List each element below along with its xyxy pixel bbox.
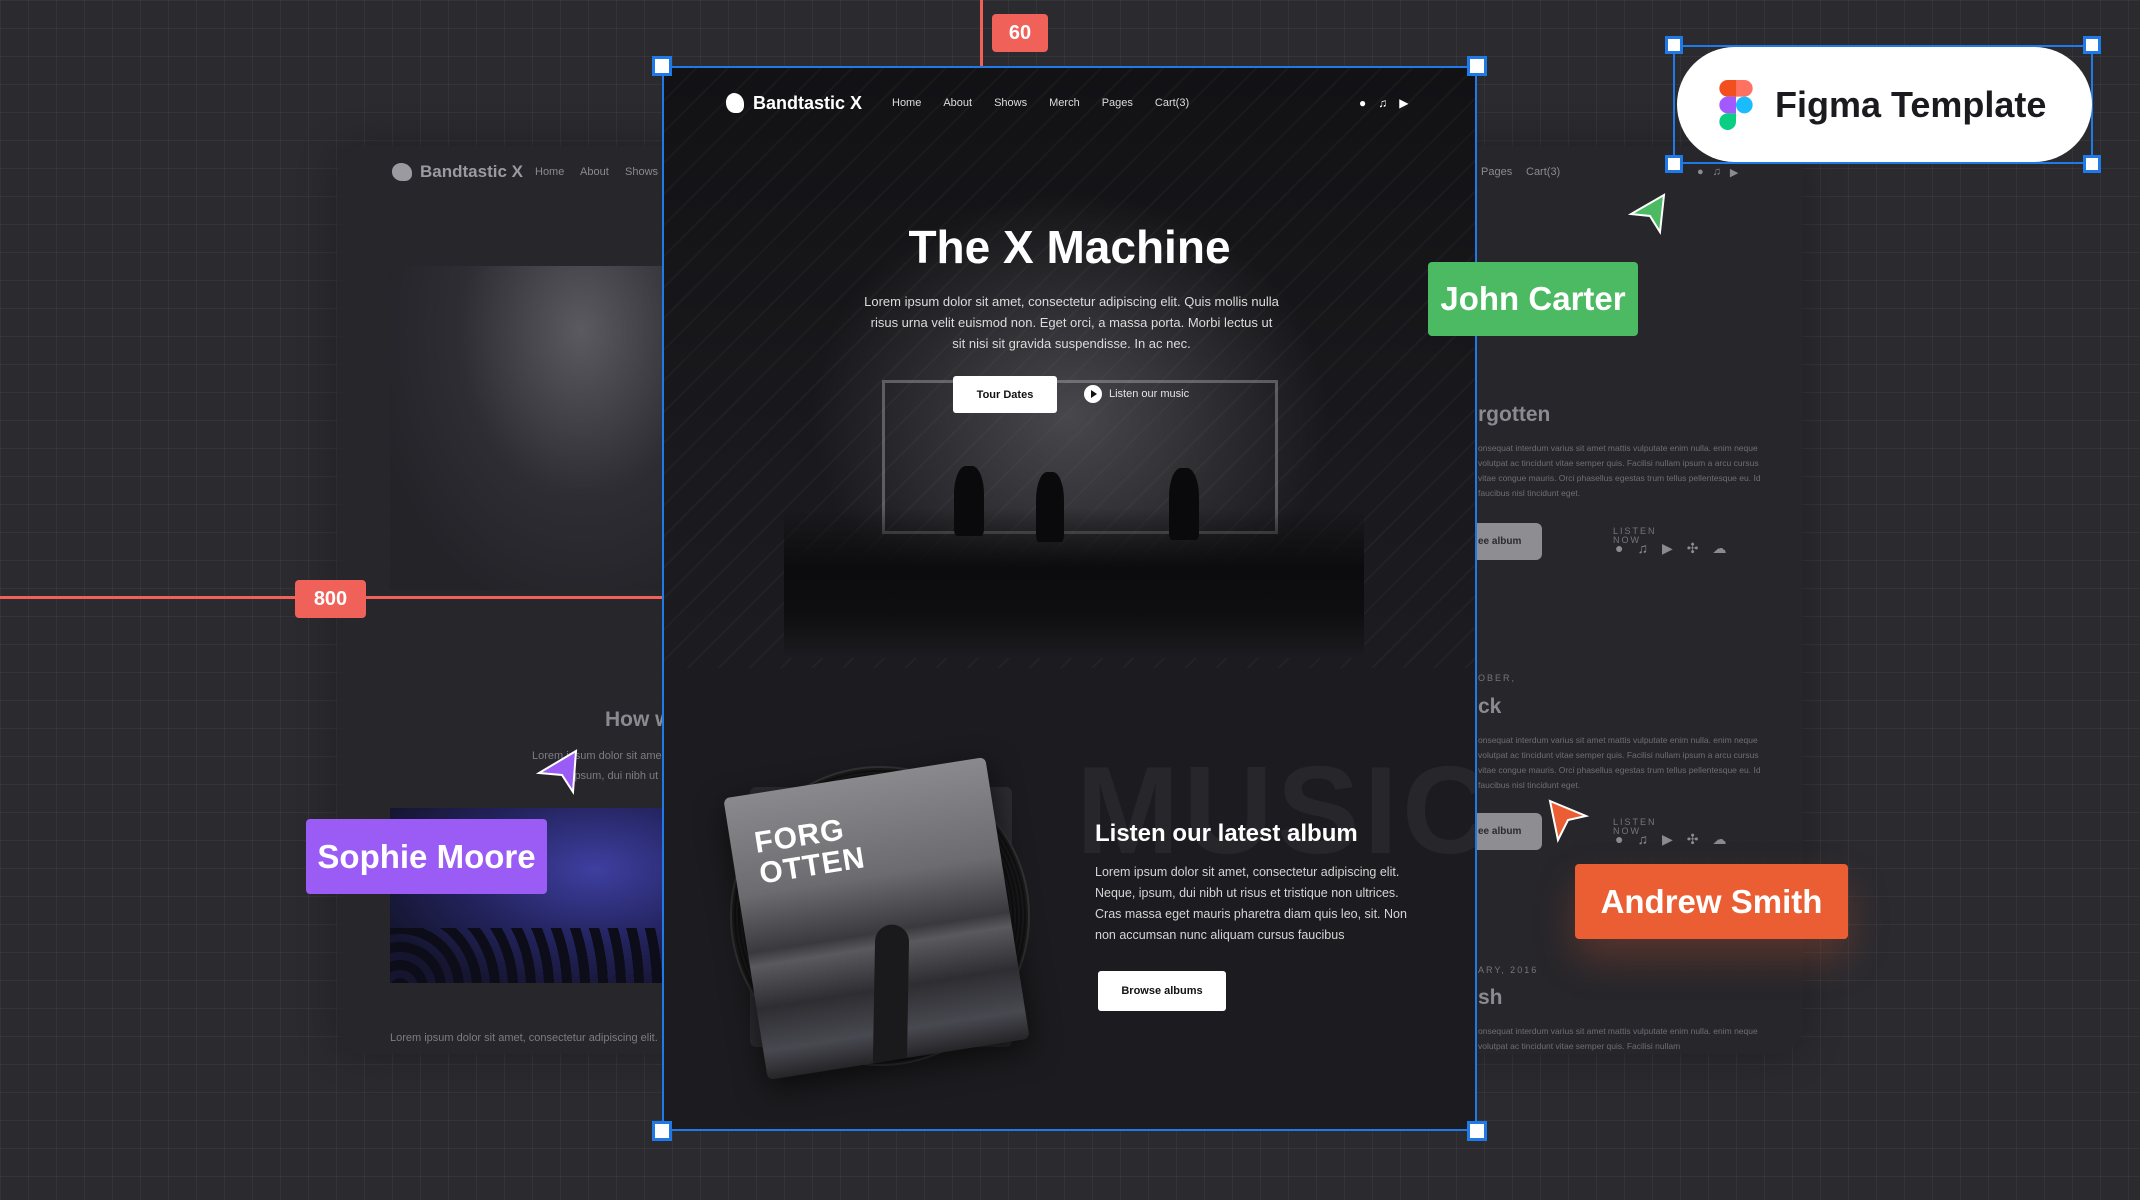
bg-album-date: ARY, 2016 bbox=[1478, 965, 1539, 975]
bg-nav-cart: Cart(3) bbox=[1526, 166, 1561, 178]
bg-left-bottom-text: Lorem ipsum dolor sit amet, consectetur … bbox=[390, 1032, 658, 1044]
music-note-icon[interactable]: ♫ bbox=[1378, 96, 1387, 110]
brand-name: Bandtastic X bbox=[753, 92, 863, 113]
musician-silhouette bbox=[1169, 468, 1199, 540]
spotify-icon[interactable]: ● bbox=[1615, 831, 1623, 848]
figma-badge-label: Figma Template bbox=[1775, 83, 2047, 125]
tidal-icon[interactable]: ✣ bbox=[1687, 831, 1699, 848]
youtube-icon[interactable]: ▶ bbox=[1662, 831, 1673, 848]
site-logo[interactable]: Bandtastic X bbox=[726, 93, 862, 114]
bg-album-title: sh bbox=[1478, 986, 1503, 1009]
logo-icon bbox=[726, 93, 744, 113]
bg-listen-icons: ● ♫ ▶ ✣ ☁ bbox=[1615, 540, 1726, 557]
music-note-icon[interactable]: ♫ bbox=[1637, 540, 1648, 557]
measure-line-vertical bbox=[980, 0, 983, 66]
nav-merch[interactable]: Merch bbox=[1049, 97, 1080, 109]
crowd bbox=[390, 928, 663, 983]
measure-badge-left: 800 bbox=[295, 580, 366, 618]
album-text: Lorem ipsum dolor sit amet, consectetur … bbox=[1095, 865, 1407, 942]
listen-music-label: Listen our music bbox=[1109, 388, 1190, 400]
bg-concert-image bbox=[390, 266, 663, 590]
tidal-icon[interactable]: ✣ bbox=[1687, 540, 1699, 557]
spotify-icon[interactable]: ● bbox=[1615, 540, 1623, 557]
bg-word-music: MUSIC bbox=[1076, 742, 1477, 880]
youtube-icon: ▶ bbox=[1729, 167, 1739, 179]
listen-music-link[interactable]: Listen our music bbox=[1084, 385, 1189, 403]
measure-badge-top: 60 bbox=[992, 14, 1048, 52]
youtube-icon[interactable]: ▶ bbox=[1399, 96, 1408, 110]
bg-album-text: onsequat interdum varius sit amet mattis… bbox=[1478, 443, 1761, 498]
music-note-icon: ♫ bbox=[1712, 166, 1721, 178]
bg-album-date: OBER, bbox=[1478, 673, 1517, 683]
figma-template-badge[interactable]: Figma Template bbox=[1677, 47, 2092, 162]
cursor-green-icon bbox=[1628, 193, 1666, 235]
spotify-icon[interactable]: ● bbox=[1359, 96, 1366, 110]
nav-shows[interactable]: Shows bbox=[994, 97, 1027, 109]
music-note-icon[interactable]: ♫ bbox=[1637, 831, 1648, 848]
bg-nav-shows: Shows bbox=[625, 166, 659, 178]
album-heading: Listen our latest album bbox=[1095, 820, 1358, 847]
hero-title: The X Machine bbox=[908, 221, 1231, 273]
cover-title: FORG OTTEN bbox=[752, 813, 868, 891]
crowd-silhouette bbox=[784, 508, 1364, 658]
tour-dates-button[interactable]: Tour Dates bbox=[953, 376, 1057, 413]
badge-handle[interactable] bbox=[1665, 155, 1683, 173]
hand-image bbox=[872, 924, 910, 1065]
bg-album-text: onsequat interdum varius sit amet mattis… bbox=[1478, 1026, 1758, 1051]
play-icon bbox=[1084, 385, 1102, 403]
social-links: ● ♫ ▶ bbox=[1359, 96, 1408, 110]
bg-see-album-button[interactable]: ee album bbox=[1474, 523, 1542, 560]
musician-silhouette bbox=[1036, 472, 1064, 542]
bg-album-title: rgotten bbox=[1478, 403, 1551, 426]
soundcloud-icon[interactable]: ☁ bbox=[1712, 831, 1726, 848]
soundcloud-icon[interactable]: ☁ bbox=[1712, 540, 1726, 557]
bg-nav-pages: Pages bbox=[1481, 166, 1513, 178]
collaborator-sophie-moore: Sophie Moore bbox=[306, 819, 547, 894]
bg-listen-icons: ● ♫ ▶ ✣ ☁ bbox=[1615, 831, 1726, 848]
resize-handle-bl[interactable] bbox=[652, 1121, 672, 1141]
nav-about[interactable]: About bbox=[943, 97, 972, 109]
resize-handle-tr[interactable] bbox=[1467, 56, 1487, 76]
bg-logo: Bandtastic X bbox=[392, 162, 523, 182]
nav-cart[interactable]: Cart(3) bbox=[1155, 97, 1189, 109]
bg-album-title: ck bbox=[1478, 695, 1502, 718]
cursor-purple-icon bbox=[536, 749, 578, 796]
resize-handle-tl[interactable] bbox=[652, 56, 672, 76]
bg-socials: ● ♫ ▶ bbox=[1697, 166, 1738, 179]
cursor-orange-icon bbox=[1548, 799, 1590, 844]
spotify-icon: ● bbox=[1697, 166, 1704, 178]
logo-icon bbox=[392, 163, 412, 181]
bg-nav-home: Home bbox=[535, 166, 565, 178]
browse-albums-button[interactable]: Browse albums bbox=[1098, 971, 1226, 1011]
musician-silhouette bbox=[954, 466, 984, 536]
album-cover[interactable]: FORG OTTEN bbox=[723, 757, 1030, 1080]
collaborator-andrew-smith: Andrew Smith bbox=[1575, 864, 1848, 939]
nav-home[interactable]: Home bbox=[892, 97, 921, 109]
bg-nav-about: About bbox=[580, 166, 609, 178]
bg-album-text: onsequat interdum varius sit amet mattis… bbox=[1478, 735, 1761, 790]
resize-handle-br[interactable] bbox=[1467, 1121, 1487, 1141]
collaborator-john-carter: John Carter bbox=[1428, 262, 1638, 336]
badge-handle[interactable] bbox=[2083, 155, 2101, 173]
site-nav: Bandtastic X Home About Shows Merch Page… bbox=[664, 90, 1475, 116]
hero-text: Lorem ipsum dolor sit amet, consectetur … bbox=[864, 294, 1279, 351]
nav-pages[interactable]: Pages bbox=[1102, 97, 1133, 109]
bg-see-album-button[interactable]: ee album bbox=[1474, 813, 1542, 850]
figma-logo-icon bbox=[1719, 79, 1753, 130]
badge-handle[interactable] bbox=[2083, 36, 2101, 54]
selected-frame[interactable]: Bandtastic X Home About Shows Merch Page… bbox=[662, 66, 1477, 1131]
youtube-icon[interactable]: ▶ bbox=[1662, 540, 1673, 557]
bg-brand: Bandtastic X bbox=[420, 162, 523, 181]
nav-links: Home About Shows Merch Pages Cart(3) bbox=[892, 97, 1189, 109]
badge-handle[interactable] bbox=[1665, 36, 1683, 54]
